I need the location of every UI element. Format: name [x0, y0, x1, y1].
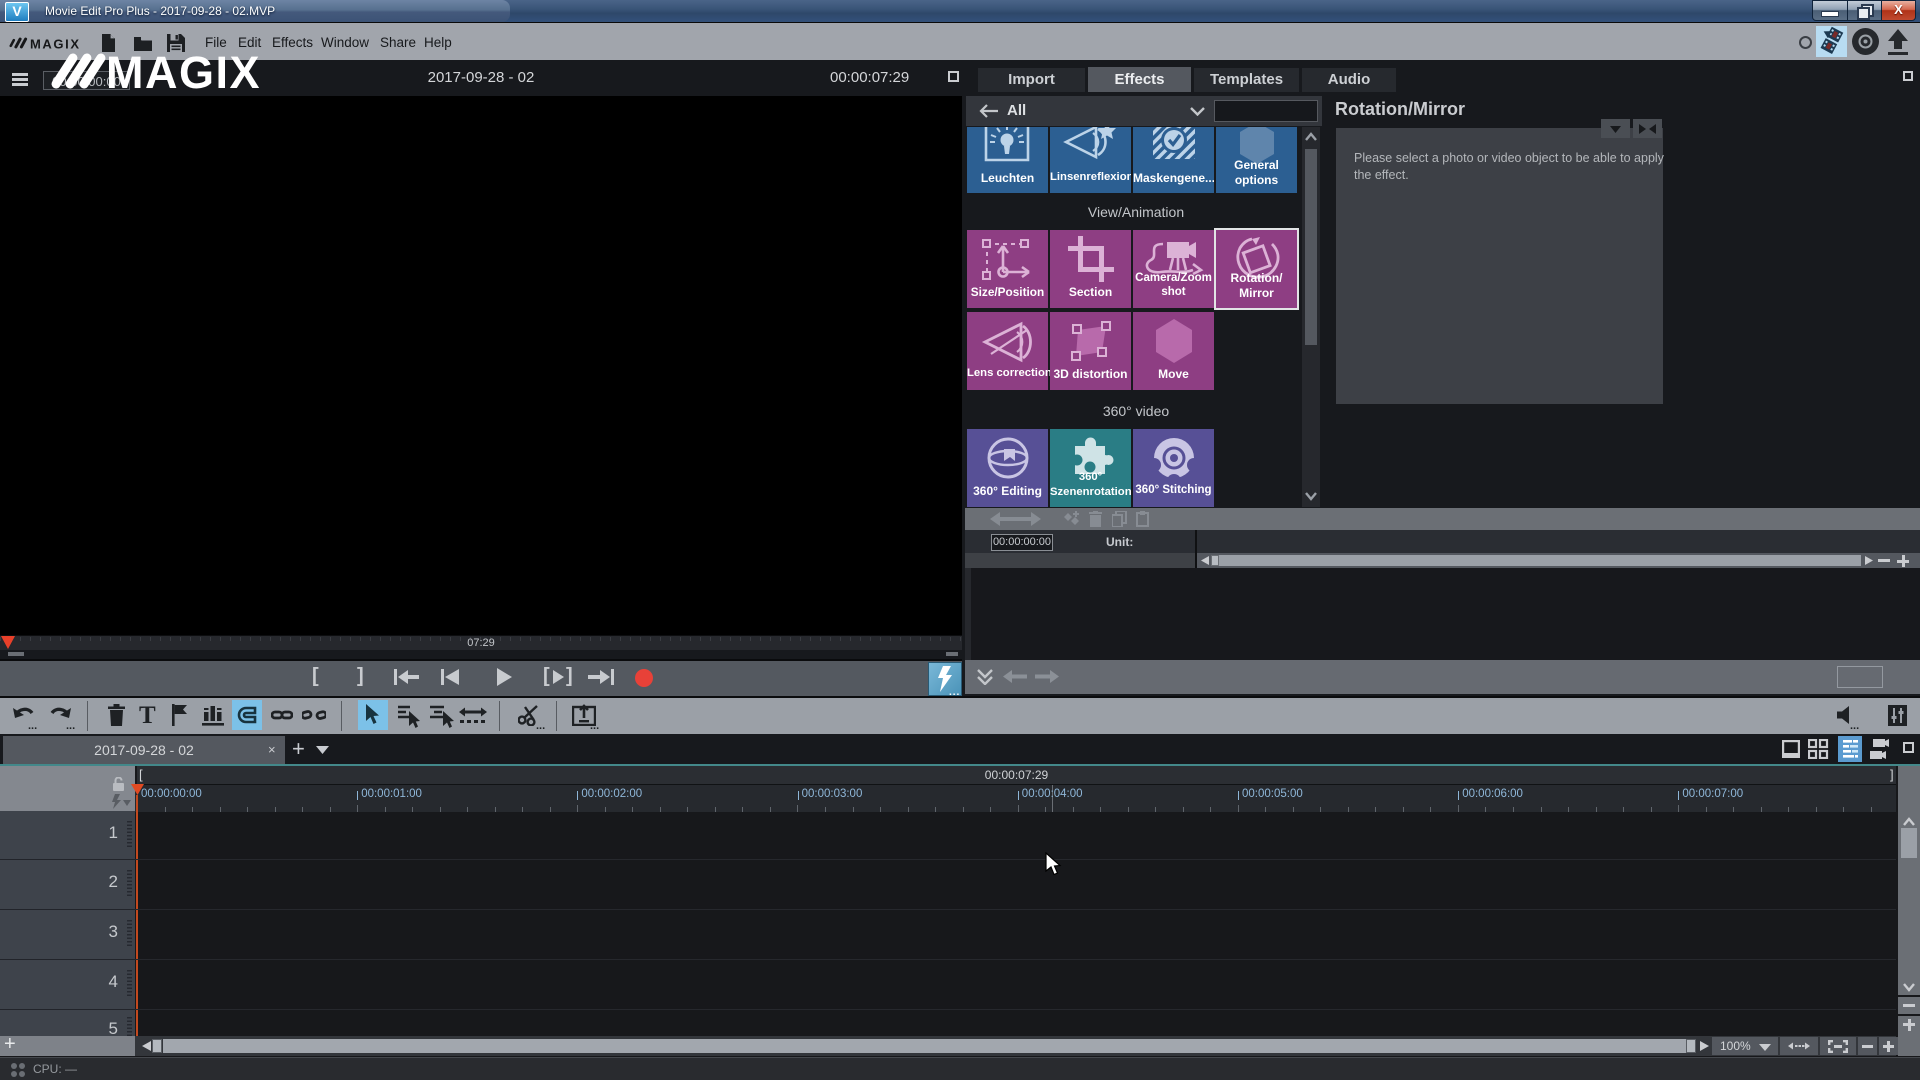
svg-text:MAGIX: MAGIX [106, 50, 261, 92]
